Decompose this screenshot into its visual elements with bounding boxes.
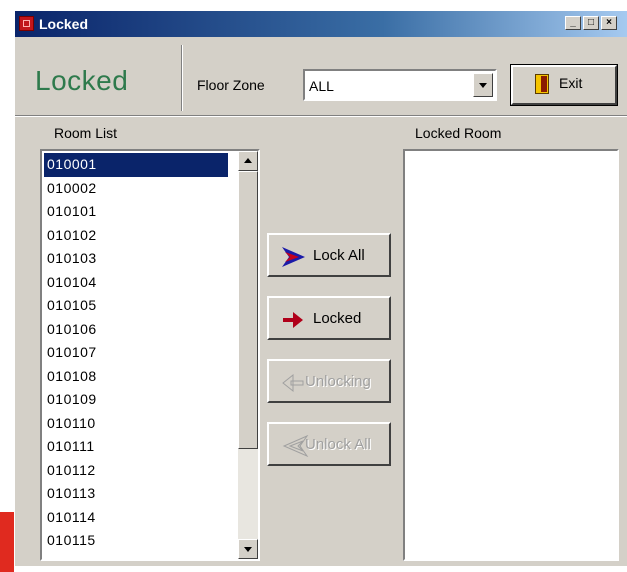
scroll-down-icon[interactable] — [238, 539, 258, 559]
maximize-button[interactable]: □ — [583, 16, 599, 30]
floor-zone-select[interactable]: ALL — [303, 69, 497, 101]
room-list-item[interactable]: 010002 — [44, 177, 228, 201]
minimize-button[interactable]: _ — [565, 16, 581, 30]
locked-button[interactable]: Locked — [267, 296, 391, 340]
locked-room-label: Locked Room — [415, 125, 502, 141]
locked-room-list[interactable] — [403, 149, 619, 561]
header-panel: Locked Floor Zone ALL Exit — [15, 37, 627, 115]
locked-window: Locked _ □ × Locked Floor Zone ALL Exit … — [14, 10, 627, 566]
room-list-item[interactable]: 010114 — [44, 506, 228, 530]
lock-all-button[interactable]: Lock All — [267, 233, 391, 277]
unlock-all-label: Unlock All — [305, 436, 371, 453]
room-list-items: 010001 010002 010101 010102 010103 010104 0101… — [44, 153, 228, 557]
room-list-item[interactable]: 010111 — [44, 435, 228, 459]
background-red-mark — [0, 512, 14, 572]
room-list-item[interactable]: 010112 — [44, 459, 228, 483]
room-list-item[interactable]: 010115 — [44, 529, 228, 553]
lock-all-label: Lock All — [313, 247, 365, 264]
double-arrow-right-icon — [282, 247, 305, 267]
title-bar[interactable]: Locked _ □ × — [15, 11, 627, 37]
locked-label: Locked — [313, 310, 362, 327]
floor-zone-label: Floor Zone — [197, 77, 265, 93]
unlock-all-button[interactable]: Unlock All — [267, 422, 391, 466]
room-list-item[interactable]: 010102 — [44, 224, 228, 248]
close-button[interactable]: × — [601, 16, 617, 30]
exit-label: Exit — [559, 75, 583, 91]
room-list-item[interactable]: 010101 — [44, 200, 228, 224]
door-icon — [535, 74, 549, 94]
scroll-up-icon[interactable] — [238, 151, 258, 171]
chevron-down-icon[interactable] — [473, 73, 493, 97]
unlocking-button[interactable]: Unlocking — [267, 359, 391, 403]
page-title: Locked — [35, 65, 129, 96]
room-list-item[interactable]: 010106 — [44, 318, 228, 342]
room-list-item[interactable]: 010109 — [44, 388, 228, 412]
scrollbar-thumb[interactable] — [238, 171, 258, 449]
exit-button[interactable]: Exit — [510, 64, 618, 106]
room-list-label: Room List — [54, 125, 118, 141]
app-icon — [19, 16, 34, 31]
room-list-scrollbar[interactable] — [238, 151, 258, 559]
header-separator — [15, 115, 627, 117]
unlocking-label: Unlocking — [305, 373, 371, 390]
arrow-right-icon — [283, 312, 303, 328]
room-list-item[interactable]: 010108 — [44, 365, 228, 389]
room-list-item[interactable]: 010110 — [44, 412, 228, 436]
room-list-item[interactable]: 010103 — [44, 247, 228, 271]
room-list-item[interactable]: 010113 — [44, 482, 228, 506]
room-list-item[interactable]: 010104 — [44, 271, 228, 295]
floor-zone-value: ALL — [309, 78, 334, 94]
room-list-item[interactable]: 010105 — [44, 294, 228, 318]
header-divider — [181, 45, 183, 111]
window-title: Locked — [39, 16, 89, 32]
room-list[interactable]: 010001 010002 010101 010102 010103 010104 0101… — [40, 149, 260, 561]
room-list-item[interactable]: 010107 — [44, 341, 228, 365]
room-list-item[interactable]: 010001 — [44, 153, 228, 177]
